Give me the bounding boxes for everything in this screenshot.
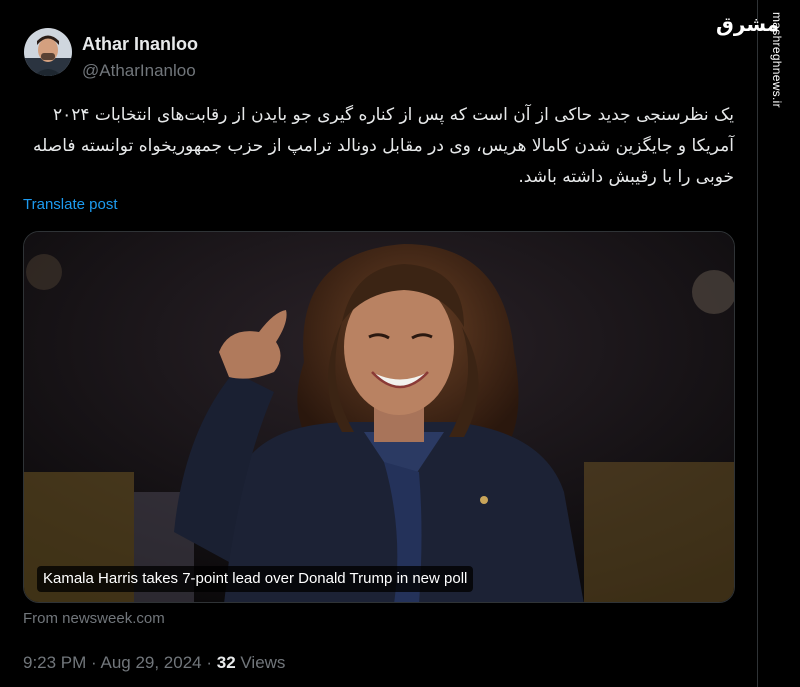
tweet-text: یک نظرسنجی جدید حاکی از آن است که پس از …	[33, 105, 734, 187]
avatar-image	[24, 28, 72, 76]
link-card-media[interactable]: Kamala Harris takes 7-point lead over Do…	[23, 231, 735, 603]
translate-post-link[interactable]: Translate post	[23, 196, 118, 213]
tweet-timestamp[interactable]: 9:23 PM · Aug 29, 2024	[23, 653, 202, 672]
link-card-caption: Kamala Harris takes 7-point lead over Do…	[37, 566, 474, 592]
meta-separator: ·	[201, 653, 217, 672]
views-count: 32	[216, 653, 236, 672]
views-label: Views	[235, 653, 286, 672]
tweet-header: Athar Inanloo @AtharInanloo	[24, 28, 724, 84]
author-handle[interactable]: @AtharInanloo	[82, 61, 198, 81]
author-block: Athar Inanloo @AtharInanloo	[82, 34, 198, 81]
author-display-name[interactable]: Athar Inanloo	[82, 34, 198, 55]
avatar[interactable]	[24, 28, 72, 76]
link-card-source[interactable]: From newsweek.com	[23, 610, 165, 627]
news-photo	[24, 232, 734, 602]
watermark-url: mashreghnews.ir	[770, 12, 784, 108]
tweet-meta: 9:23 PM · Aug 29, 2024 · 32 Views	[23, 653, 285, 673]
